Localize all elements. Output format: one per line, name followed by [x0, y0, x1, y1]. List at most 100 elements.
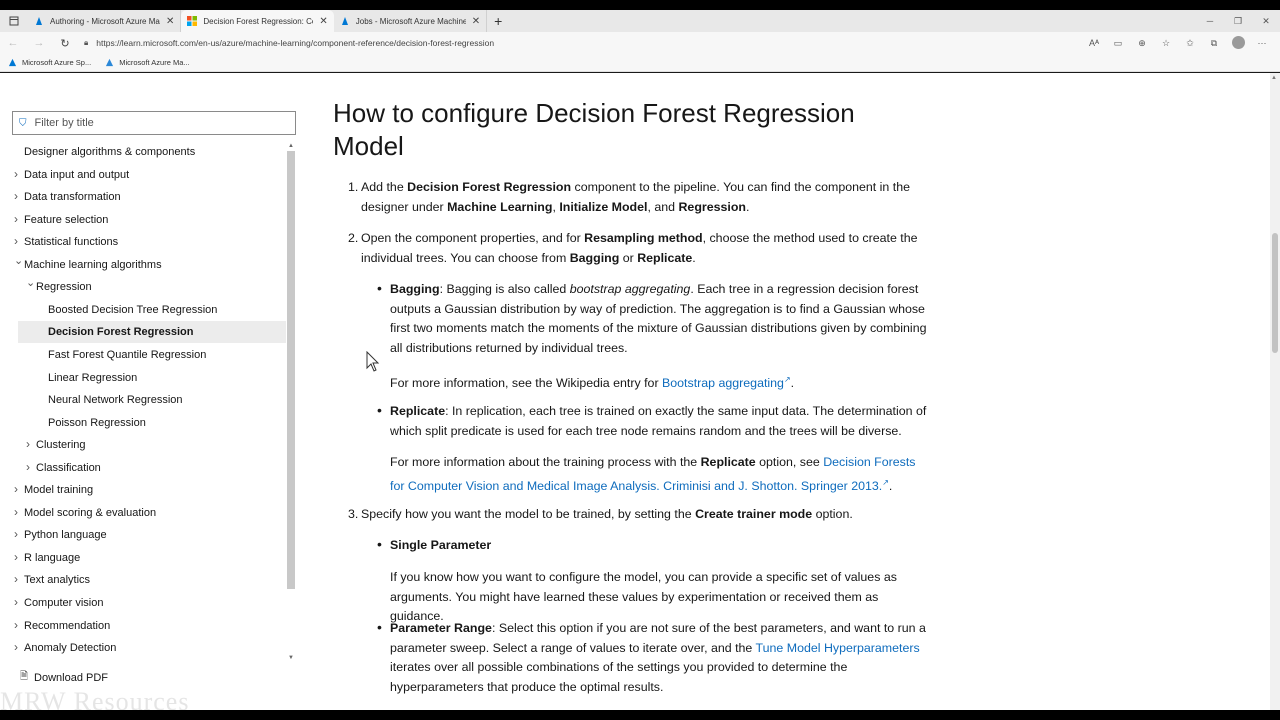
- tune-model-hyperparameters-link[interactable]: Tune Model Hyperparameters: [756, 641, 920, 655]
- immersive-reader-icon[interactable]: ▭: [1110, 38, 1126, 49]
- chevron-right-icon[interactable]: ›: [14, 618, 18, 632]
- toc-item-label: Data input and output: [24, 168, 130, 181]
- bullet: •: [377, 402, 382, 418]
- bootstrap-aggregating-link[interactable]: Bootstrap aggregating: [662, 376, 784, 390]
- bookmark-label: Microsoft Azure Ma...: [119, 58, 190, 67]
- chevron-right-icon[interactable]: ›: [14, 505, 18, 519]
- bagging-text: Bagging: Bagging is also called bootstra…: [390, 282, 927, 355]
- chevron-right-icon[interactable]: ›: [26, 460, 30, 474]
- url-field[interactable]: 🔒︎ https://learn.microsoft.com/en-us/azu…: [84, 34, 1084, 52]
- lock-icon: 🔒︎: [84, 38, 89, 47]
- toc-item[interactable]: Decision Forest Regression: [18, 321, 286, 344]
- back-button[interactable]: ←: [0, 32, 26, 54]
- toc-item-label: Text analytics: [24, 574, 91, 587]
- refresh-button[interactable]: ↻: [52, 32, 78, 54]
- list-number: 2.: [348, 231, 359, 245]
- single-parameter-text: If you know how you want to configure th…: [390, 570, 897, 623]
- toc-item-label: Regression: [36, 281, 92, 294]
- toc-item-label: Poisson Regression: [48, 416, 146, 429]
- toc-item-label: Data transformation: [24, 191, 121, 204]
- maximize-icon[interactable]: ❐: [1224, 10, 1252, 32]
- favorite-star-icon[interactable]: ☆: [1158, 38, 1174, 49]
- chevron-right-icon[interactable]: ›: [14, 189, 18, 203]
- chevron-right-icon[interactable]: ›: [14, 595, 18, 609]
- azure-ml-icon: [106, 58, 114, 67]
- toc-item-label: Classification: [36, 461, 101, 474]
- watermark-logo: MRW Resources: [0, 687, 190, 710]
- article-header: How to configure Decision Forest Regress…: [333, 97, 933, 163]
- toc-item-label: Linear Regression: [48, 371, 138, 384]
- toc-item-label: Machine learning algorithms: [24, 258, 162, 271]
- profile-avatar[interactable]: [1230, 35, 1246, 51]
- tab-actions-button[interactable]: [0, 10, 28, 32]
- bullet: •: [377, 280, 382, 296]
- chevron-right-icon[interactable]: ›: [26, 437, 30, 451]
- azure-ml-icon: [341, 17, 348, 25]
- chevron-right-icon[interactable]: ›: [14, 527, 18, 541]
- toc-item-label: Feature selection: [24, 213, 109, 226]
- scroll-up-icon[interactable]: ▲: [287, 143, 295, 149]
- new-tab-button[interactable]: +: [487, 10, 509, 32]
- toc-scrollbar[interactable]: ▲ ▼: [287, 143, 295, 661]
- minimize-icon[interactable]: ─: [1196, 10, 1224, 32]
- decision-forests-link[interactable]: Decision Forests for Computer Vision and…: [390, 455, 916, 493]
- chevron-down-icon[interactable]: ⌄: [14, 254, 23, 267]
- bookmarks-bar: Microsoft Azure Sp... Microsoft Azure Ma…: [0, 54, 1280, 72]
- scrollbar-thumb[interactable]: [287, 151, 295, 589]
- close-tab-icon[interactable]: ✕: [166, 16, 174, 27]
- toc-item-label: Neural Network Regression: [48, 394, 183, 407]
- chevron-right-icon[interactable]: ›: [14, 482, 18, 496]
- toc-item-label: Computer vision: [24, 597, 104, 609]
- favorites-icon[interactable]: ✩: [1182, 38, 1198, 49]
- scroll-down-icon[interactable]: ▼: [287, 655, 295, 661]
- download-pdf-link[interactable]: 🗎 Download PDF: [20, 669, 108, 686]
- scrollbar-thumb[interactable]: [1272, 233, 1278, 353]
- azure-icon: [8, 58, 17, 67]
- web-page: ⛉ Filter by title Designer algorithms & …: [0, 73, 1280, 710]
- screen-top-border: [0, 0, 1280, 10]
- toc-item-label: Fast Forest Quantile Regression: [48, 348, 207, 361]
- close-tab-icon[interactable]: ✕: [319, 16, 327, 27]
- close-tab-icon[interactable]: ✕: [472, 16, 480, 27]
- chevron-right-icon[interactable]: ›: [14, 550, 18, 564]
- tab-actions-icon: [9, 16, 19, 26]
- zoom-icon[interactable]: ⊕: [1134, 38, 1150, 49]
- collections-icon[interactable]: ⧉: [1206, 38, 1222, 49]
- chevron-right-icon[interactable]: ›: [14, 572, 18, 586]
- filter-input[interactable]: ⛉ Filter by title: [12, 111, 296, 135]
- chevron-right-icon[interactable]: ›: [14, 640, 18, 654]
- browser-tab-decision-forest[interactable]: Decision Forest Regression: Com ✕: [181, 10, 334, 32]
- filter-icon: ⛉: [19, 117, 27, 129]
- forward-button[interactable]: →: [26, 32, 52, 54]
- chevron-right-icon[interactable]: ›: [14, 234, 18, 248]
- close-window-icon[interactable]: ✕: [1252, 10, 1280, 32]
- browser-tab-authoring[interactable]: Authoring - Microsoft Azure Ma ✕: [28, 10, 182, 32]
- external-link-icon: ↗: [882, 477, 889, 487]
- page-title: How to configure Decision Forest Regress…: [333, 98, 855, 161]
- bookmark-item[interactable]: Microsoft Azure Ma...: [105, 58, 190, 67]
- azure-ml-icon: [36, 17, 42, 25]
- scroll-up-icon[interactable]: ▲: [1271, 75, 1277, 81]
- chevron-right-icon[interactable]: ›: [14, 167, 18, 181]
- step-3-text: Specify how you want the model to be tra…: [361, 507, 853, 521]
- list-number: 3.: [348, 507, 359, 521]
- address-bar-icons: Aᴬ ▭ ⊕ ☆ ✩ ⧉ ···: [1086, 32, 1270, 54]
- filter-placeholder: Filter by title: [34, 117, 94, 129]
- address-bar: ← → ↻ 🔒︎ https://learn.microsoft.com/en-…: [0, 32, 1280, 54]
- toc-item-label: Decision Forest Regression: [48, 326, 194, 339]
- screen-bottom-border: [0, 710, 1280, 720]
- bullet: •: [377, 536, 382, 552]
- read-aloud-icon[interactable]: Aᴬ: [1086, 38, 1102, 48]
- tab-title: Jobs - Microsoft Azure Machine: [355, 16, 466, 26]
- pdf-icon: 🗎: [20, 671, 29, 682]
- toc-item-label: R language: [24, 551, 81, 564]
- toc-item-label: Designer algorithms & components: [24, 146, 196, 158]
- page-scrollbar[interactable]: ▲: [1270, 73, 1280, 710]
- more-menu-icon[interactable]: ···: [1254, 38, 1270, 48]
- external-link-icon: ↗: [783, 375, 791, 384]
- bookmark-item[interactable]: Microsoft Azure Sp...: [8, 58, 91, 67]
- chevron-right-icon[interactable]: ›: [14, 212, 18, 226]
- browser-tab-jobs[interactable]: Jobs - Microsoft Azure Machine ✕: [334, 10, 488, 32]
- toc-item-label: Clustering: [36, 439, 86, 452]
- chevron-down-icon[interactable]: ⌄: [26, 276, 35, 289]
